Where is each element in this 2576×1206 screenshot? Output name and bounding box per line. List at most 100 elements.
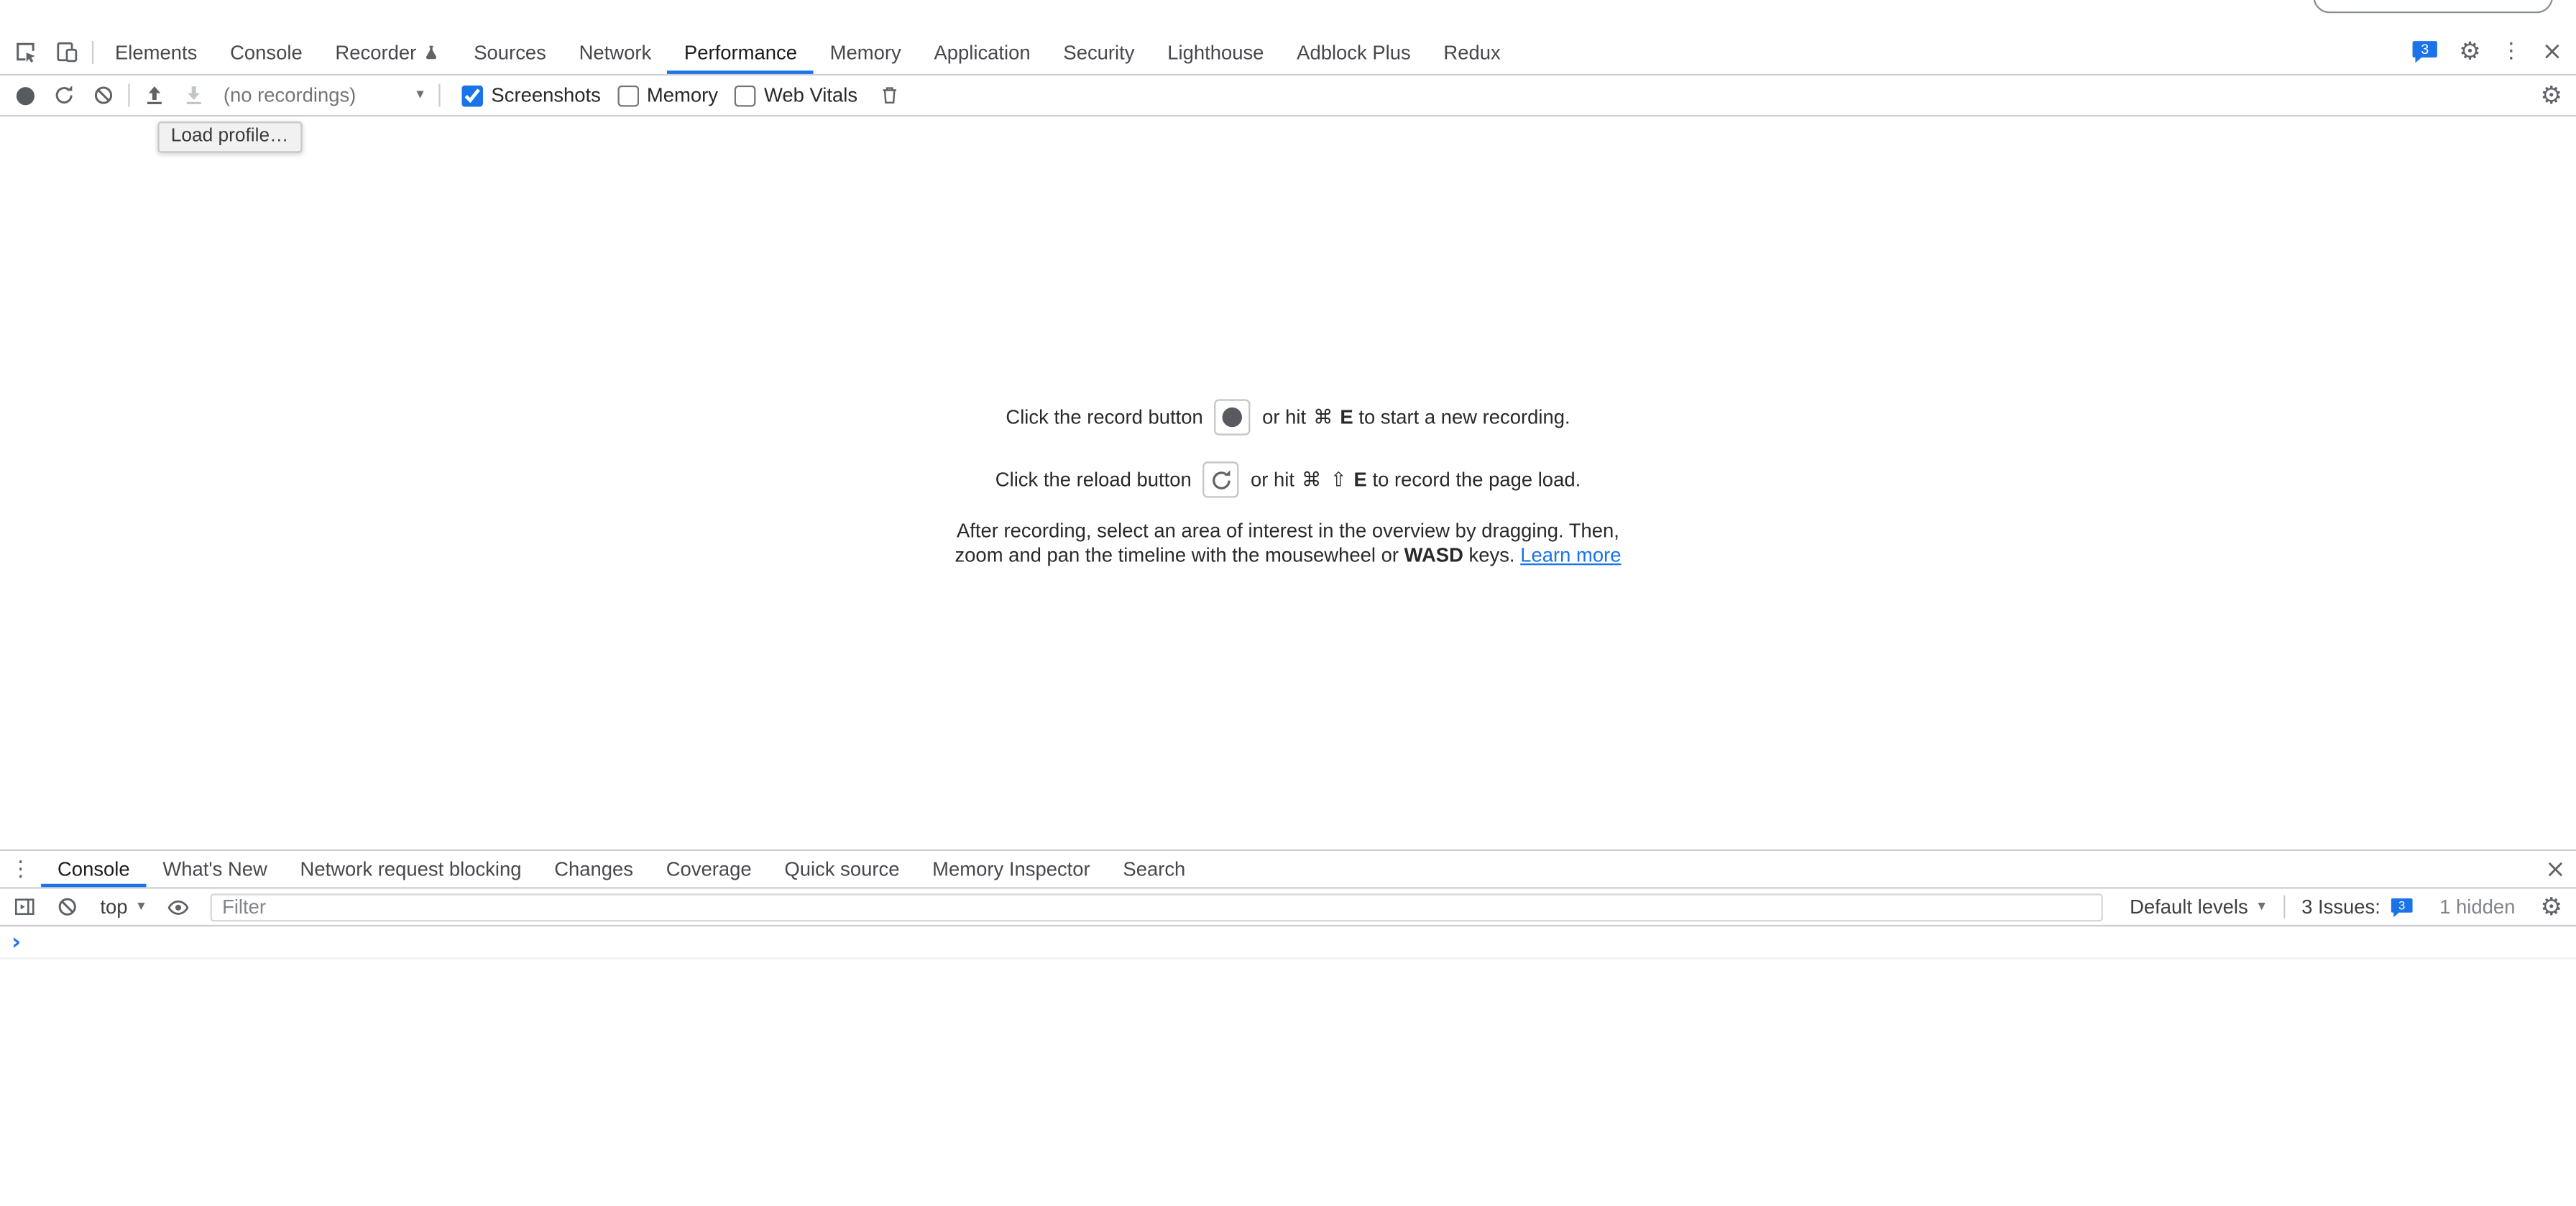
drawer-tabbar: ⋮ Console What's New Network request blo…: [0, 851, 2576, 889]
toolbar-separator: [128, 84, 129, 107]
drawer: ⋮ Console What's New Network request blo…: [0, 850, 2576, 1206]
device-toolbar-icon: [54, 40, 78, 64]
recorder-experiment-icon: [423, 42, 441, 61]
more-options-button[interactable]: ⋮: [2490, 29, 2531, 74]
clear-console-button[interactable]: [47, 889, 87, 925]
screenshots-label[interactable]: Screenshots: [491, 84, 600, 107]
drawer-tab-changes[interactable]: Changes: [538, 851, 650, 887]
top-strip: [0, 0, 2576, 29]
save-profile-button[interactable]: [174, 77, 213, 113]
record-hint-line: Click the record button or hit ⌘ E to st…: [1006, 399, 1570, 435]
inspect-element-button[interactable]: [5, 29, 46, 74]
close-drawer-button[interactable]: ×: [2535, 851, 2576, 887]
issues-bubble-icon: 3: [2410, 40, 2439, 64]
record-button-illustration[interactable]: [1215, 399, 1251, 435]
drawer-tab-coverage[interactable]: Coverage: [650, 851, 768, 887]
screenshots-checkbox[interactable]: [461, 85, 483, 106]
drawer-tabbar-spacer: [1202, 851, 2535, 887]
chevron-down-icon: ▾: [2258, 898, 2265, 915]
web-vitals-checkbox[interactable]: [735, 85, 756, 106]
toolbar-separator: [92, 40, 93, 63]
download-icon: [183, 84, 206, 107]
close-icon: ×: [2542, 40, 2562, 64]
close-devtools-button[interactable]: ×: [2531, 29, 2572, 74]
svg-text:3: 3: [2421, 42, 2429, 57]
main-toolbar-right: 3 ⚙ ⋮ ×: [2400, 29, 2576, 74]
performance-panel-content: Load profile… Click the record button or…: [0, 116, 2576, 849]
partial-pill-outline: [2313, 0, 2553, 13]
javascript-context-dropdown[interactable]: top ▾: [91, 896, 155, 919]
console-settings-button[interactable]: ⚙: [2531, 889, 2571, 925]
record-icon: [1223, 408, 1242, 427]
memory-checkbox-group: Memory: [617, 84, 718, 107]
tab-console[interactable]: Console: [213, 29, 318, 74]
trash-icon: [880, 84, 901, 107]
tab-redux[interactable]: Redux: [1427, 29, 1517, 74]
tab-lighthouse[interactable]: Lighthouse: [1151, 29, 1280, 74]
performance-toolbar: (no recordings) ▾ Screenshots Memory Web…: [0, 75, 2576, 116]
drawer-tab-console[interactable]: Console: [41, 851, 146, 887]
settings-button[interactable]: ⚙: [2450, 29, 2490, 74]
reload-icon: [52, 84, 75, 107]
load-profile-button[interactable]: [134, 77, 174, 113]
reload-button-illustration[interactable]: [1203, 461, 1239, 497]
reload-and-record-button[interactable]: [45, 77, 84, 113]
console-messages-area[interactable]: ›: [0, 926, 2576, 1206]
issues-bubble-icon: 3: [2388, 896, 2415, 918]
issues-label: 3 Issues:: [2301, 896, 2380, 919]
record-button[interactable]: [5, 77, 45, 113]
create-live-expression-button[interactable]: [158, 889, 198, 925]
e-key: E: [1340, 406, 1353, 429]
show-console-sidebar-button[interactable]: [5, 889, 45, 925]
log-levels-dropdown[interactable]: Default levels ▾: [2120, 896, 2275, 919]
drawer-tab-whats-new[interactable]: What's New: [147, 851, 284, 887]
tab-adblock-plus[interactable]: Adblock Plus: [1280, 29, 1427, 74]
memory-label[interactable]: Memory: [647, 84, 718, 107]
tab-performance[interactable]: Performance: [668, 29, 814, 74]
device-toolbar-button[interactable]: [46, 29, 87, 74]
load-profile-tooltip: Load profile…: [157, 121, 301, 152]
tab-recorder[interactable]: Recorder: [319, 29, 458, 74]
learn-more-link[interactable]: Learn more: [1520, 543, 1621, 566]
block-icon: [92, 84, 115, 107]
console-toolbar: top ▾ Default levels ▾ 3 Issues:: [0, 889, 2576, 927]
clear-recordings-button[interactable]: [84, 77, 124, 113]
svg-text:3: 3: [2398, 898, 2405, 911]
screenshots-checkbox-group: Screenshots: [461, 84, 601, 107]
more-vertical-icon: ⋮: [2501, 41, 2522, 63]
reload-hint-line: Click the reload button or hit ⌘ ⇧ E to …: [995, 461, 1581, 497]
memory-checkbox[interactable]: [617, 85, 639, 106]
tab-memory[interactable]: Memory: [814, 29, 918, 74]
gear-icon: ⚙: [2540, 83, 2562, 107]
web-vitals-label[interactable]: Web Vitals: [764, 84, 857, 107]
inspect-icon: [13, 40, 37, 64]
tab-network[interactable]: Network: [563, 29, 668, 74]
drawer-tab-memory-inspector[interactable]: Memory Inspector: [916, 851, 1106, 887]
tab-sources[interactable]: Sources: [457, 29, 562, 74]
toolbar-separator: [438, 84, 440, 107]
tab-elements[interactable]: Elements: [98, 29, 213, 74]
drawer-tab-quick-source[interactable]: Quick source: [768, 851, 916, 887]
upload-icon: [143, 84, 166, 107]
garbage-collect-button[interactable]: [870, 77, 910, 113]
capture-settings-button[interactable]: ⚙: [2531, 77, 2571, 113]
issues-counter-button[interactable]: 3: [2400, 29, 2450, 74]
web-vitals-checkbox-group: Web Vitals: [735, 84, 857, 107]
console-prompt-row[interactable]: ›: [0, 926, 2576, 959]
tab-security[interactable]: Security: [1047, 29, 1151, 74]
block-icon: [56, 896, 79, 919]
drawer-more-tools-button[interactable]: ⋮: [0, 851, 41, 887]
console-filter-input[interactable]: [211, 893, 2103, 921]
recordings-dropdown[interactable]: (no recordings) ▾: [213, 84, 433, 107]
drawer-tab-search[interactable]: Search: [1107, 851, 1202, 887]
e-key: E: [1354, 468, 1367, 491]
tab-application[interactable]: Application: [918, 29, 1047, 74]
issues-status-button[interactable]: 3 Issues: 3: [2294, 896, 2424, 919]
drawer-tab-network-request-blocking[interactable]: Network request blocking: [284, 851, 538, 887]
usage-hint: After recording, select an area of inter…: [954, 519, 1621, 566]
performance-empty-state: Click the record button or hit ⌘ E to st…: [0, 399, 2576, 566]
more-vertical-icon: ⋮: [10, 858, 32, 880]
close-icon: ×: [2545, 857, 2566, 881]
gear-icon: ⚙: [2459, 40, 2481, 64]
toolbar-separator: [2283, 896, 2285, 919]
